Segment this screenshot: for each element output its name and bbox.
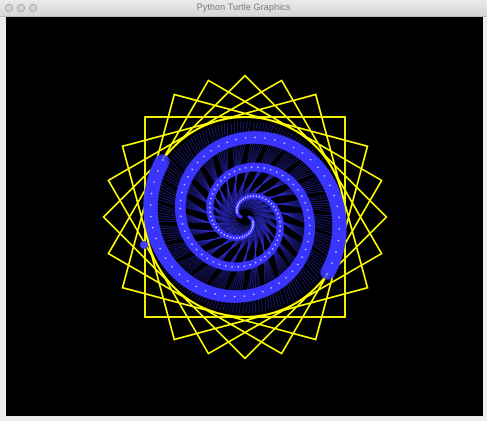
turtle-drawing bbox=[102, 74, 388, 360]
yellow-square bbox=[121, 93, 369, 341]
yellow-square bbox=[121, 93, 369, 341]
yellow-square bbox=[144, 116, 346, 318]
turtle-window: Python Turtle Graphics bbox=[0, 0, 487, 421]
turtle-canvas[interactable] bbox=[6, 17, 483, 416]
yellow-square bbox=[144, 116, 346, 318]
turtle-cursor bbox=[140, 241, 148, 249]
yellow-square bbox=[121, 93, 369, 341]
blue-spiral bbox=[143, 120, 347, 314]
yellow-square bbox=[121, 93, 369, 341]
title-bar[interactable]: Python Turtle Graphics bbox=[0, 0, 487, 17]
yellow-square bbox=[121, 93, 369, 341]
yellow-square bbox=[144, 116, 346, 318]
yellow-square bbox=[121, 93, 369, 341]
yellow-square bbox=[121, 93, 369, 341]
window-title: Python Turtle Graphics bbox=[196, 2, 291, 12]
yellow-square bbox=[144, 116, 346, 318]
yellow-circle bbox=[144, 116, 346, 318]
yellow-square bbox=[121, 93, 369, 341]
